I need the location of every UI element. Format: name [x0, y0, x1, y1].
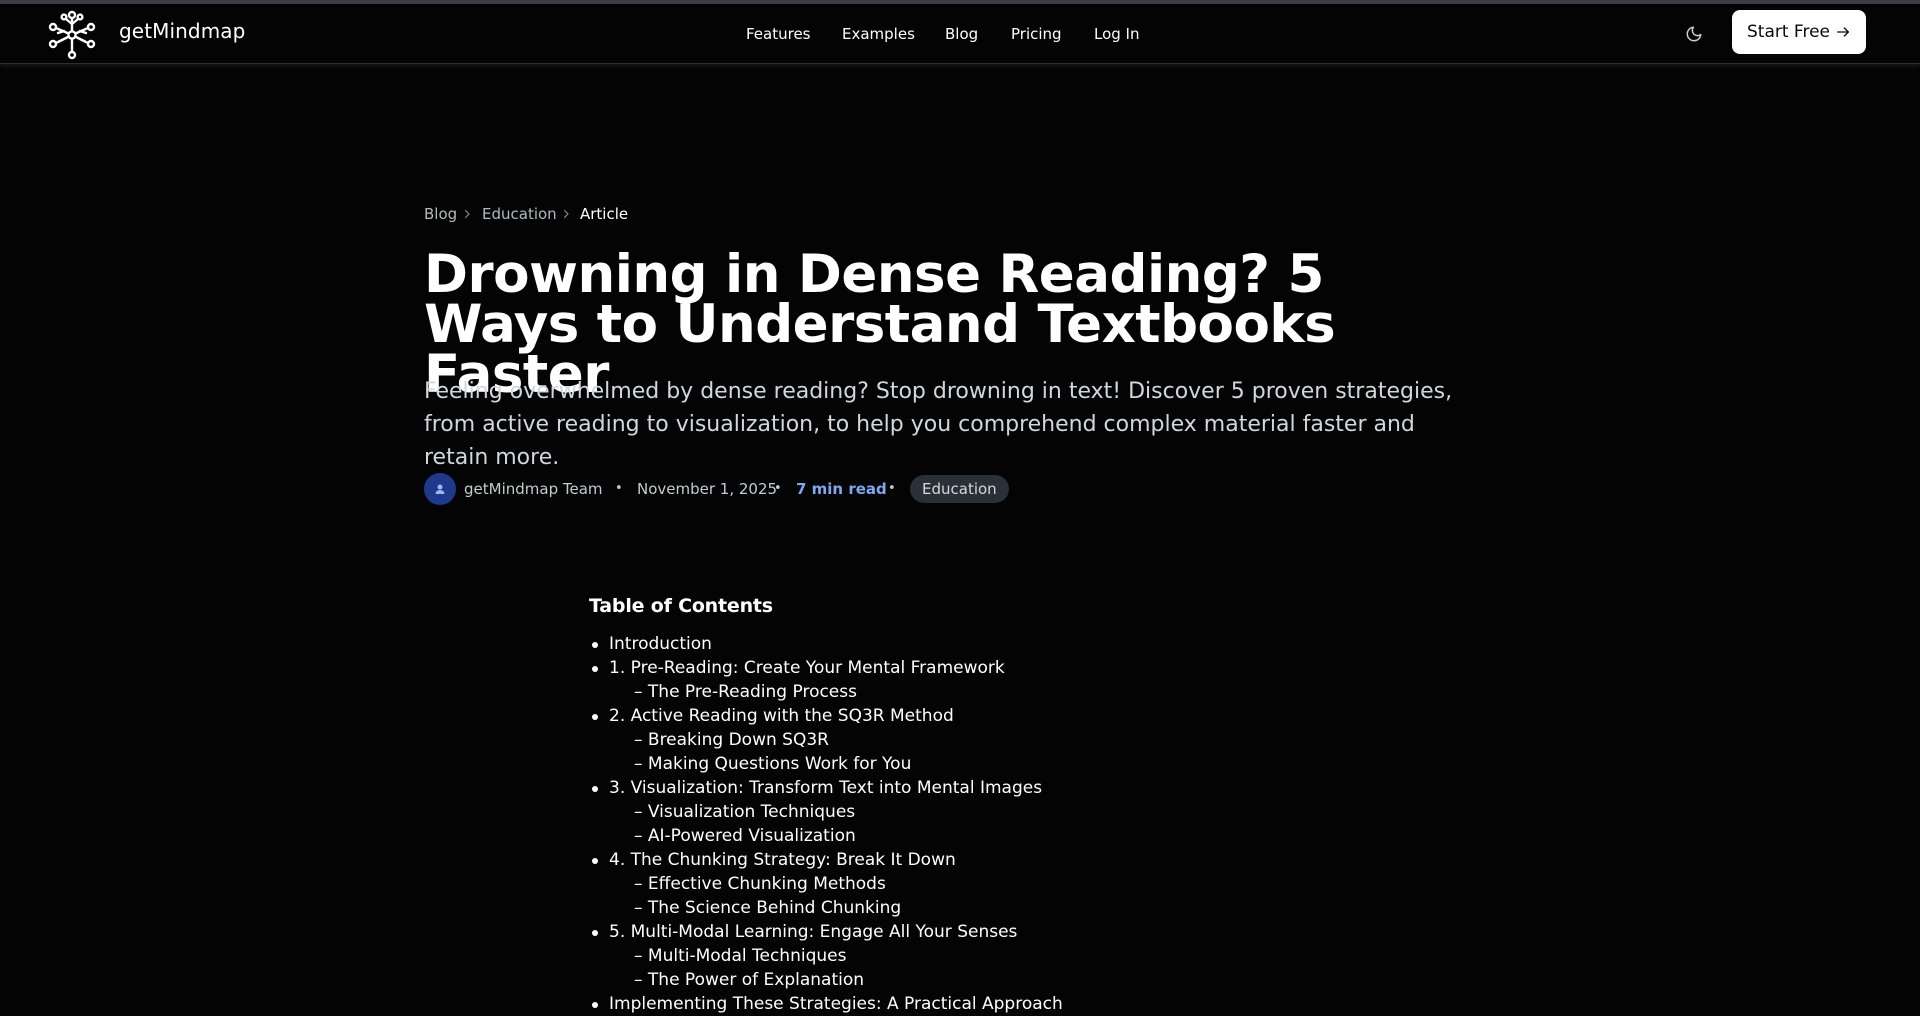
toc-subitem: – AI-Powered Visualization: [589, 824, 1289, 848]
brand-name[interactable]: getMindmap: [119, 18, 245, 44]
chevron-right-icon: [464, 209, 470, 219]
nav-link-features[interactable]: Features: [746, 22, 811, 46]
toc-subitem: – The Power of Explanation: [589, 968, 1289, 992]
toc-item: Introduction: [589, 632, 1289, 656]
toc-link[interactable]: 5. Multi-Modal Learning: Engage All Your…: [609, 922, 1017, 942]
toc-subitem: – The Pre-Reading Process: [589, 680, 1289, 704]
toc-link[interactable]: 4. The Chunking Strategy: Break It Down: [609, 850, 956, 870]
toc-link[interactable]: – The Science Behind Chunking: [634, 898, 901, 918]
breadcrumb-education[interactable]: Education: [482, 204, 557, 224]
toc-item: 3. Visualization: Transform Text into Me…: [589, 776, 1289, 800]
toc-link[interactable]: Implementing These Strategies: A Practic…: [609, 994, 1063, 1014]
moon-icon: [1686, 26, 1702, 42]
avatar: [424, 473, 456, 505]
toc-link[interactable]: – The Pre-Reading Process: [634, 682, 857, 702]
toc-title: Table of Contents: [589, 595, 773, 617]
meta-separator: •: [888, 481, 896, 496]
meta-separator: •: [615, 481, 623, 496]
article-subtitle: Feeling overwhelmed by dense reading? St…: [424, 379, 1453, 470]
article-meta: getMindmap Team • November 1, 2025 • 7 m…: [424, 473, 1124, 505]
toc-subitem: – Breaking Down SQ3R: [589, 728, 1289, 752]
nav-link-pricing[interactable]: Pricing: [1011, 22, 1062, 46]
chevron-right-icon: [563, 209, 569, 219]
theme-toggle-button[interactable]: [1682, 20, 1706, 48]
toc-item: 5. Multi-Modal Learning: Engage All Your…: [589, 920, 1289, 944]
mindmap-network-icon[interactable]: [44, 7, 100, 63]
toc-link[interactable]: Introduction: [609, 634, 712, 654]
site-header: getMindmap Features Examples Blog Pricin…: [0, 4, 1920, 64]
toc-link[interactable]: – The Power of Explanation: [634, 970, 864, 990]
breadcrumb-current: Article: [580, 205, 629, 223]
toc-link[interactable]: 2. Active Reading with the SQ3R Method: [609, 706, 954, 726]
breadcrumb-blog[interactable]: Blog: [424, 204, 457, 224]
toc-link[interactable]: – Visualization Techniques: [634, 802, 855, 822]
toc-link[interactable]: – AI-Powered Visualization: [634, 826, 856, 846]
toc-link[interactable]: – Effective Chunking Methods: [634, 874, 886, 894]
toc-item: 4. The Chunking Strategy: Break It Down: [589, 848, 1289, 872]
toc-item: Implementing These Strategies: A Practic…: [589, 992, 1289, 1016]
toc-subitem: – Multi-Modal Techniques: [589, 944, 1289, 968]
toc-item: 1. Pre-Reading: Create Your Mental Frame…: [589, 656, 1289, 680]
nav-link-examples[interactable]: Examples: [842, 22, 915, 46]
toc-link[interactable]: – Breaking Down SQ3R: [634, 730, 829, 750]
start-free-label: Start Free: [1747, 22, 1831, 42]
user-icon: [435, 484, 445, 494]
toc-subitem: – The Science Behind Chunking: [589, 896, 1289, 920]
toc-item: 2. Active Reading with the SQ3R Method: [589, 704, 1289, 728]
nav-link-login[interactable]: Log In: [1094, 22, 1140, 46]
toc-link[interactable]: 3. Visualization: Transform Text into Me…: [609, 778, 1042, 798]
category-badge[interactable]: Education: [910, 475, 1009, 503]
toc-link[interactable]: – Multi-Modal Techniques: [634, 946, 846, 966]
toc-link[interactable]: – Making Questions Work for You: [634, 754, 911, 774]
toc-link[interactable]: 1. Pre-Reading: Create Your Mental Frame…: [609, 658, 1005, 678]
nav-link-blog[interactable]: Blog: [945, 22, 978, 46]
toc-subitem: – Making Questions Work for You: [589, 752, 1289, 776]
start-free-button[interactable]: Start Free: [1732, 10, 1866, 54]
toc-subitem: – Effective Chunking Methods: [589, 872, 1289, 896]
toc-subitem: – Visualization Techniques: [589, 800, 1289, 824]
arrow-right-icon: [1837, 27, 1849, 37]
author-name[interactable]: getMindmap Team: [464, 479, 603, 499]
publish-date: November 1, 2025: [637, 480, 778, 498]
table-of-contents: Table of Contents Introduction 1. Pre-Re…: [589, 592, 1289, 1014]
read-time: 7 min read: [796, 480, 887, 498]
toc-list: Introduction 1. Pre-Reading: Create Your…: [589, 632, 1289, 1016]
meta-separator: •: [774, 481, 782, 496]
